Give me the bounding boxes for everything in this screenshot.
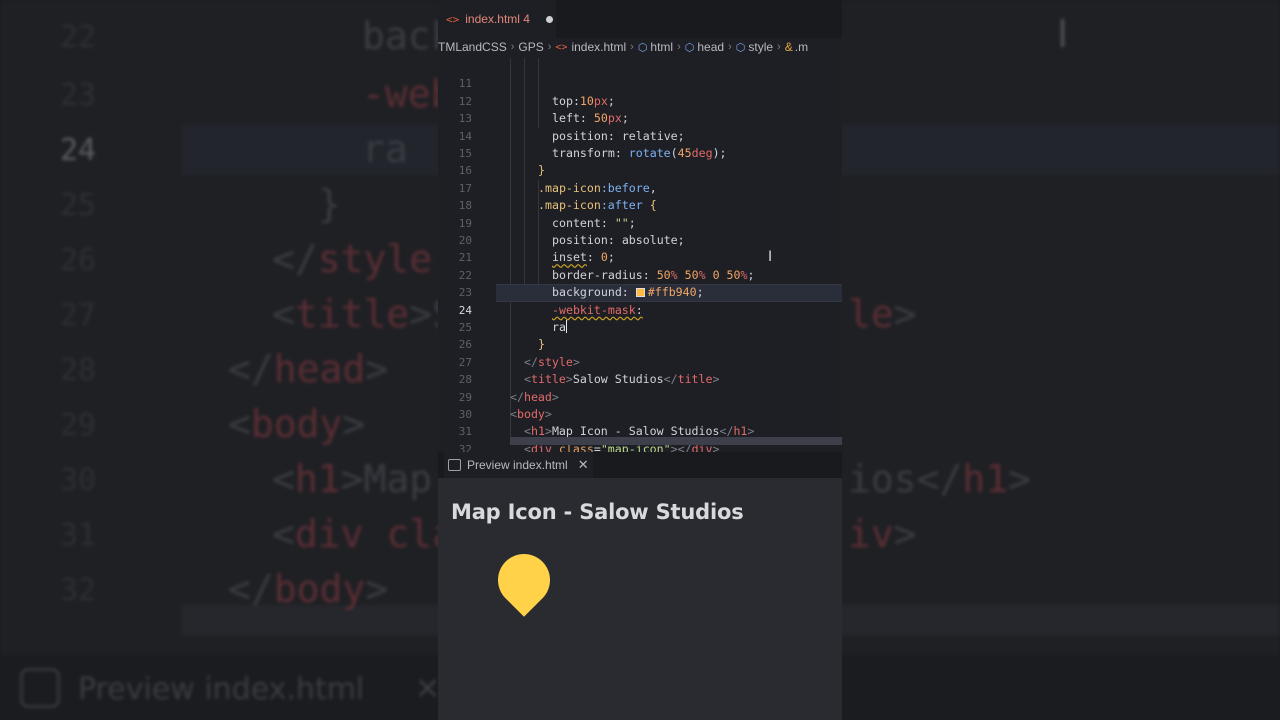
code-line: 22 background: #ffb940; <box>458 268 704 300</box>
background-code-line: </head> <box>228 347 389 391</box>
preview-tab-bar: Preview index.html ✕ <box>438 452 842 478</box>
cube-icon: ⬡ <box>684 41 695 54</box>
code-editor[interactable]: 11 top:10px; 12 left: 50px; 13 position:… <box>438 58 842 473</box>
preview-heading: Map Icon - Salow Studios <box>451 500 744 524</box>
code-line: 17 .map-icon:after { <box>458 181 657 213</box>
code-line: 29 <body> <box>458 390 552 421</box>
code-line: 25 } <box>458 321 545 352</box>
chevron-right-icon: › <box>630 41 634 53</box>
preview-icon <box>448 459 461 471</box>
code-line: 31 <div class="map-icon"></div> <box>458 425 720 456</box>
background-line-number: 28 <box>60 353 97 388</box>
background-code-line: iv> <box>848 512 917 556</box>
background-line-number: 29 <box>60 408 97 443</box>
background-preview-label: Preview index.html <box>78 672 365 707</box>
background-code-line: <div cla <box>272 512 456 556</box>
editor-tab-bar: <> index.html 4 <box>438 0 842 38</box>
background-code-line: <body> <box>228 402 366 446</box>
html-file-icon: <> <box>555 41 568 53</box>
background-line-number: 23 <box>60 78 97 113</box>
code-line: 20 inset: 0; <box>458 234 615 265</box>
code-line: 15 } <box>458 147 545 178</box>
background-code-line: } <box>318 182 341 226</box>
tab-label: index.html 4 <box>465 12 530 26</box>
background-code-line: <h1>Map <box>272 457 433 501</box>
code-line: 16 .map-icon:before, <box>458 164 657 195</box>
background-code-line: </style <box>272 237 433 281</box>
code-line: 30 <h1>Map Icon - Salow Studios</h1> <box>458 408 755 439</box>
background-code-line: <title>S <box>272 292 456 336</box>
background-line-number: 25 <box>60 188 97 223</box>
code-line: 27 <title>Salow Studios</title> <box>458 355 720 387</box>
cube-icon: ⬡ <box>735 41 746 54</box>
chevron-right-icon: › <box>547 41 552 53</box>
breadcrumb-item[interactable]: GPS <box>518 40 543 54</box>
breadcrumb-item[interactable]: head <box>697 40 724 54</box>
background-code-line: ios</h1> <box>848 457 1032 501</box>
code-line: 28 </head> <box>458 373 559 404</box>
unsaved-dot-icon[interactable] <box>545 15 553 23</box>
breadcrumb-item[interactable]: .m <box>795 40 808 54</box>
breadcrumb: TMLandCSS › GPS › <> index.html › ⬡ html… <box>438 38 842 56</box>
code-line: 14 transform: rotate(45deg); <box>458 129 727 160</box>
code-line: 18 content: ""; <box>458 199 636 230</box>
code-line: 19 position: absolute; <box>458 216 685 247</box>
code-line: 21 border-radius: 50% 50% 0 50%; <box>458 251 755 282</box>
background-line-number: 30 <box>60 463 97 498</box>
selector-icon: & <box>784 40 793 54</box>
tab-preview[interactable]: Preview index.html ✕ <box>444 452 593 478</box>
background-code-line: </body> <box>228 567 389 611</box>
tab-index-html[interactable]: <> index.html 4 <box>438 0 556 38</box>
breadcrumb-item[interactable]: style <box>748 40 773 54</box>
background-line-number: 31 <box>60 518 97 553</box>
code-line: 12 left: 50px; <box>458 94 629 126</box>
editor-panel: <> index.html 4 TMLandCSS › GPS › <> ind… <box>438 0 842 720</box>
chevron-right-icon: › <box>510 41 515 53</box>
background-ibeam-cursor: I <box>1057 12 1069 56</box>
background-code-line: ra <box>362 127 408 171</box>
chevron-right-icon: › <box>728 41 732 53</box>
close-icon[interactable]: ✕ <box>578 458 589 473</box>
background-preview-icon <box>20 668 60 708</box>
background-line-number: 24 <box>60 133 97 168</box>
breadcrumb-item[interactable]: index.html <box>571 40 626 54</box>
code-line: 11 top:10px; <box>458 77 615 108</box>
chevron-right-icon: › <box>677 41 681 53</box>
html-file-icon: <> <box>446 12 460 26</box>
background-close-icon: ✕ <box>415 672 441 707</box>
preview-tab-label: Preview index.html <box>467 458 568 472</box>
code-line: 23 -webkit-mask: <box>458 286 643 317</box>
background-code-line: le> <box>848 292 917 336</box>
background-line-number: 32 <box>60 573 97 608</box>
breadcrumb-item[interactable]: TMLandCSS <box>438 40 507 54</box>
code-line: 26 </style> <box>458 338 580 369</box>
map-pin-icon <box>487 543 561 617</box>
code-line-active: 24 ra <box>458 303 568 334</box>
background-line-number: 27 <box>60 298 97 333</box>
code-line: 13 position: relative; <box>458 112 685 143</box>
cube-icon: ⬡ <box>637 41 648 54</box>
background-line-number: 26 <box>60 243 97 278</box>
horizontal-scrollbar[interactable] <box>510 437 842 445</box>
breadcrumb-item[interactable]: html <box>650 40 673 54</box>
mouse-ibeam-cursor: I <box>768 249 773 265</box>
map-pin-shape <box>487 543 561 617</box>
background-line-number: 22 <box>60 20 97 55</box>
chevron-right-icon: › <box>777 41 781 53</box>
preview-pane: Map Icon - Salow Studios <box>438 478 842 720</box>
